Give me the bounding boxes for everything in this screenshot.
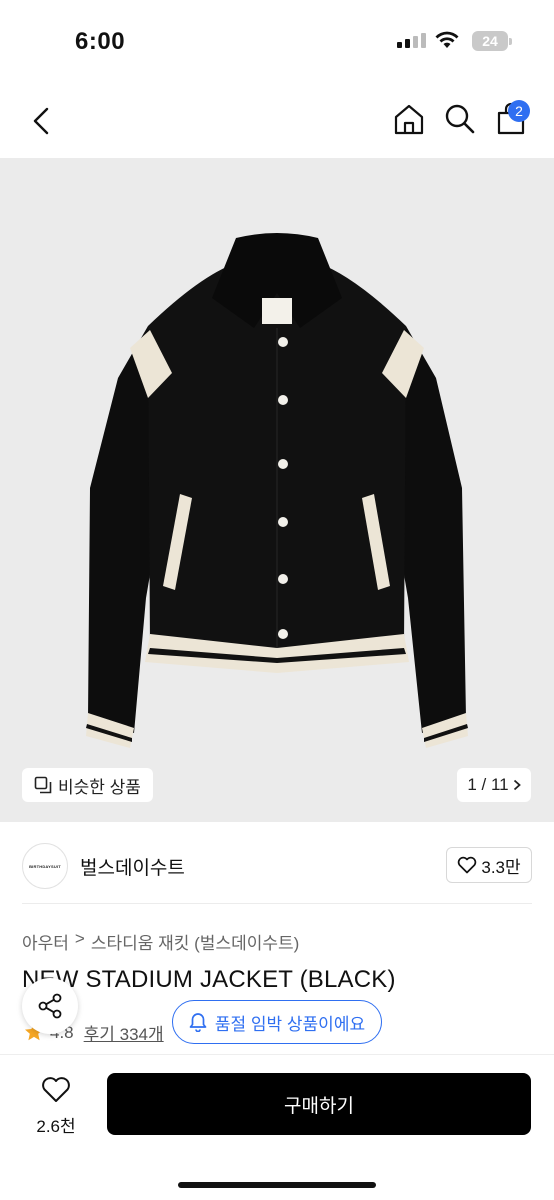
reviews-link[interactable]: 후기 334개: [84, 1020, 164, 1045]
wifi-icon: [435, 31, 459, 48]
heart-icon: [42, 1077, 70, 1102]
stock-alert-pill: 품절 임박 상품이에요: [172, 1000, 382, 1044]
share-icon: [38, 993, 62, 1019]
breadcrumb: 아우터 > 스타디움 재킷 (벌스데이수트): [22, 929, 299, 954]
product-image-gallery[interactable]: [0, 158, 554, 822]
brand-row: BIRTHDAYSUIT 벌스데이수트 3.3만: [0, 840, 554, 890]
brand-like-count: 3.3만: [481, 857, 521, 877]
brand-logo[interactable]: BIRTHDAYSUIT: [22, 843, 68, 889]
image-counter-text: 1 / 11: [467, 775, 509, 794]
back-button[interactable]: [24, 102, 58, 140]
brand-like-button[interactable]: 3.3만: [446, 847, 532, 883]
product-like-button[interactable]: 2.6천: [28, 1076, 84, 1137]
product-title: NEW STADIUM JACKET (BLACK): [22, 966, 396, 993]
similar-products-label: 비슷한 상품: [58, 777, 141, 797]
image-counter[interactable]: 1 / 11: [457, 768, 531, 802]
status-time: 6:00: [75, 28, 126, 55]
battery-icon: 24: [472, 31, 512, 51]
copy-icon: [34, 776, 52, 794]
bell-icon: [189, 1013, 207, 1032]
home-icon[interactable]: [392, 102, 426, 136]
breadcrumb-separator: >: [74, 929, 85, 948]
breadcrumb-category[interactable]: 아우터: [22, 929, 69, 954]
top-nav: [0, 90, 554, 152]
breadcrumb-subcategory[interactable]: 스타디움 재킷 (벌스데이수트): [91, 929, 299, 954]
product-image: [86, 233, 468, 748]
chevron-left-icon: [33, 107, 49, 135]
similar-products-button[interactable]: 비슷한 상품: [22, 768, 153, 802]
brand-name[interactable]: 벌스데이수트: [80, 853, 185, 880]
product-like-count: 2.6천: [36, 1117, 76, 1136]
status-bar: 6:00 24: [0, 0, 554, 80]
search-icon[interactable]: [444, 103, 476, 135]
buy-button[interactable]: 구매하기: [107, 1073, 531, 1135]
chevron-right-icon: [513, 779, 521, 791]
stock-alert-text: 품절 임박 상품이에요: [214, 1014, 366, 1034]
cart-count-badge: 2: [508, 100, 530, 122]
brand-logo-text: BIRTHDAYSUIT: [29, 863, 61, 869]
divider: [22, 903, 532, 904]
home-indicator: [178, 1182, 376, 1188]
signal-icon: [397, 33, 426, 48]
heart-icon: [458, 856, 477, 874]
share-button[interactable]: [22, 978, 78, 1034]
